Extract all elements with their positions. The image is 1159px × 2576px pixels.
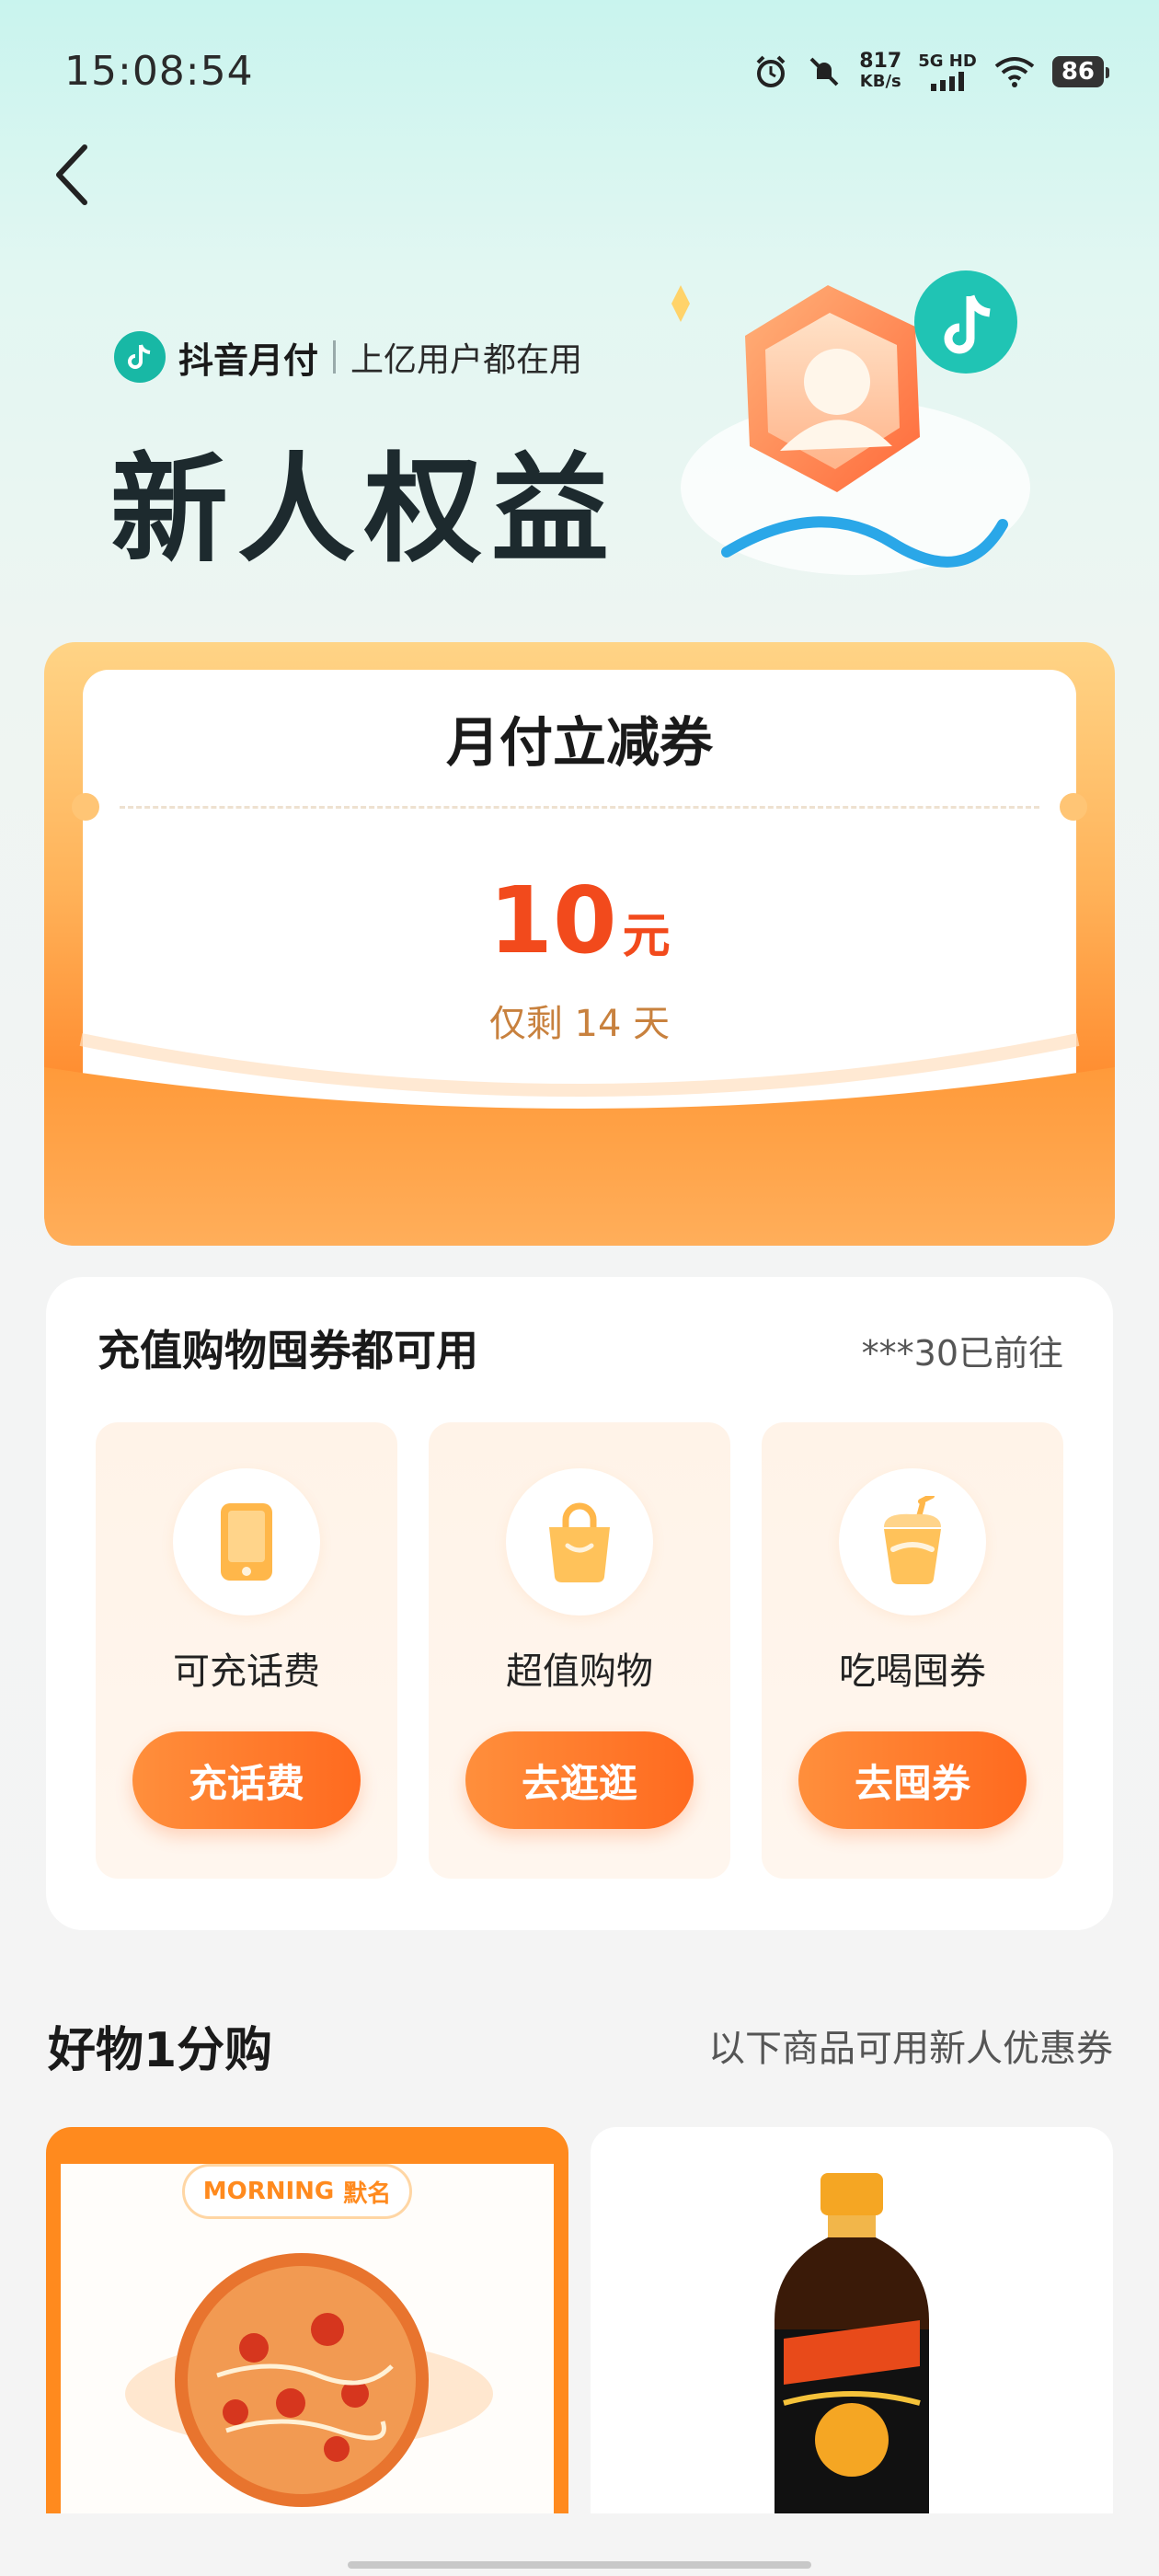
hero-badge-illustration (671, 270, 1030, 575)
network-speed: 817 KB/s (859, 50, 902, 92)
category-item-drinks: 吃喝囤券 去囤券 (762, 1422, 1063, 1879)
brand-divider (333, 340, 337, 374)
category-label: 可充话费 (173, 1650, 320, 1693)
brand-slogan: 上亿用户都在用 (350, 341, 583, 379)
douyin-logo-icon (114, 331, 166, 383)
product-card[interactable]: MORNING 默名 (46, 2127, 568, 2513)
mute-icon (809, 57, 839, 86)
categories-activity-text: ***30已前往 (861, 1333, 1063, 1374)
page-title: 新人权益 (110, 442, 619, 579)
products-section-title: 好物1分购 (48, 2023, 273, 2078)
brand-badge: MORNING 默名 (182, 2164, 412, 2219)
coupon-notch-left (72, 793, 99, 821)
brand-name: 抖音月付 (178, 339, 319, 381)
network-type: 5G HD (918, 52, 977, 71)
alarm-icon (756, 55, 786, 87)
coupon-divider (120, 806, 1039, 809)
phone-icon (173, 1468, 320, 1616)
products-section-note: 以下商品可用新人优惠券 (708, 2028, 1113, 2070)
battery-icon: 86 (1051, 56, 1110, 87)
shopping-bag-icon (506, 1468, 653, 1616)
signal-icon (931, 72, 965, 91)
brand-badge-en: MORNING (202, 2178, 335, 2205)
category-label: 超值购物 (506, 1650, 653, 1693)
coupon-title: 月付立减券 (445, 711, 713, 774)
coupon-amount: 10 元 (83, 867, 1076, 974)
home-indicator[interactable] (348, 2561, 811, 2569)
coupon-amount-value: 10 (488, 867, 617, 974)
chevron-left-icon (56, 144, 87, 205)
status-time: 15:08:54 (64, 48, 254, 95)
coupon-wave-decoration (44, 1033, 1115, 1246)
category-label: 吃喝囤券 (839, 1650, 986, 1693)
stock-coupons-button[interactable]: 去囤券 (798, 1731, 1027, 1829)
back-button[interactable] (44, 138, 109, 212)
brand-badge-cn: 默名 (343, 2179, 392, 2208)
wifi-icon (994, 57, 1035, 87)
coupon-amount-unit: 元 (622, 909, 671, 964)
category-item-phone: 可充话费 充话费 (96, 1422, 397, 1879)
categories-title: 充值购物囤券都可用 (98, 1326, 478, 1375)
recharge-button[interactable]: 充话费 (132, 1731, 361, 1829)
category-item-shopping: 超值购物 去逛逛 (429, 1422, 730, 1879)
coupon-notch-right (1060, 793, 1087, 821)
brand-row: 抖音月付 上亿用户都在用 (114, 331, 582, 383)
go-shopping-button[interactable]: 去逛逛 (465, 1731, 694, 1829)
drink-bottle-image (775, 2173, 929, 2513)
status-icons: 817 KB/s 5G HD 86 (752, 46, 1110, 98)
drink-cup-icon (839, 1468, 986, 1616)
product-card[interactable] (591, 2127, 1113, 2513)
